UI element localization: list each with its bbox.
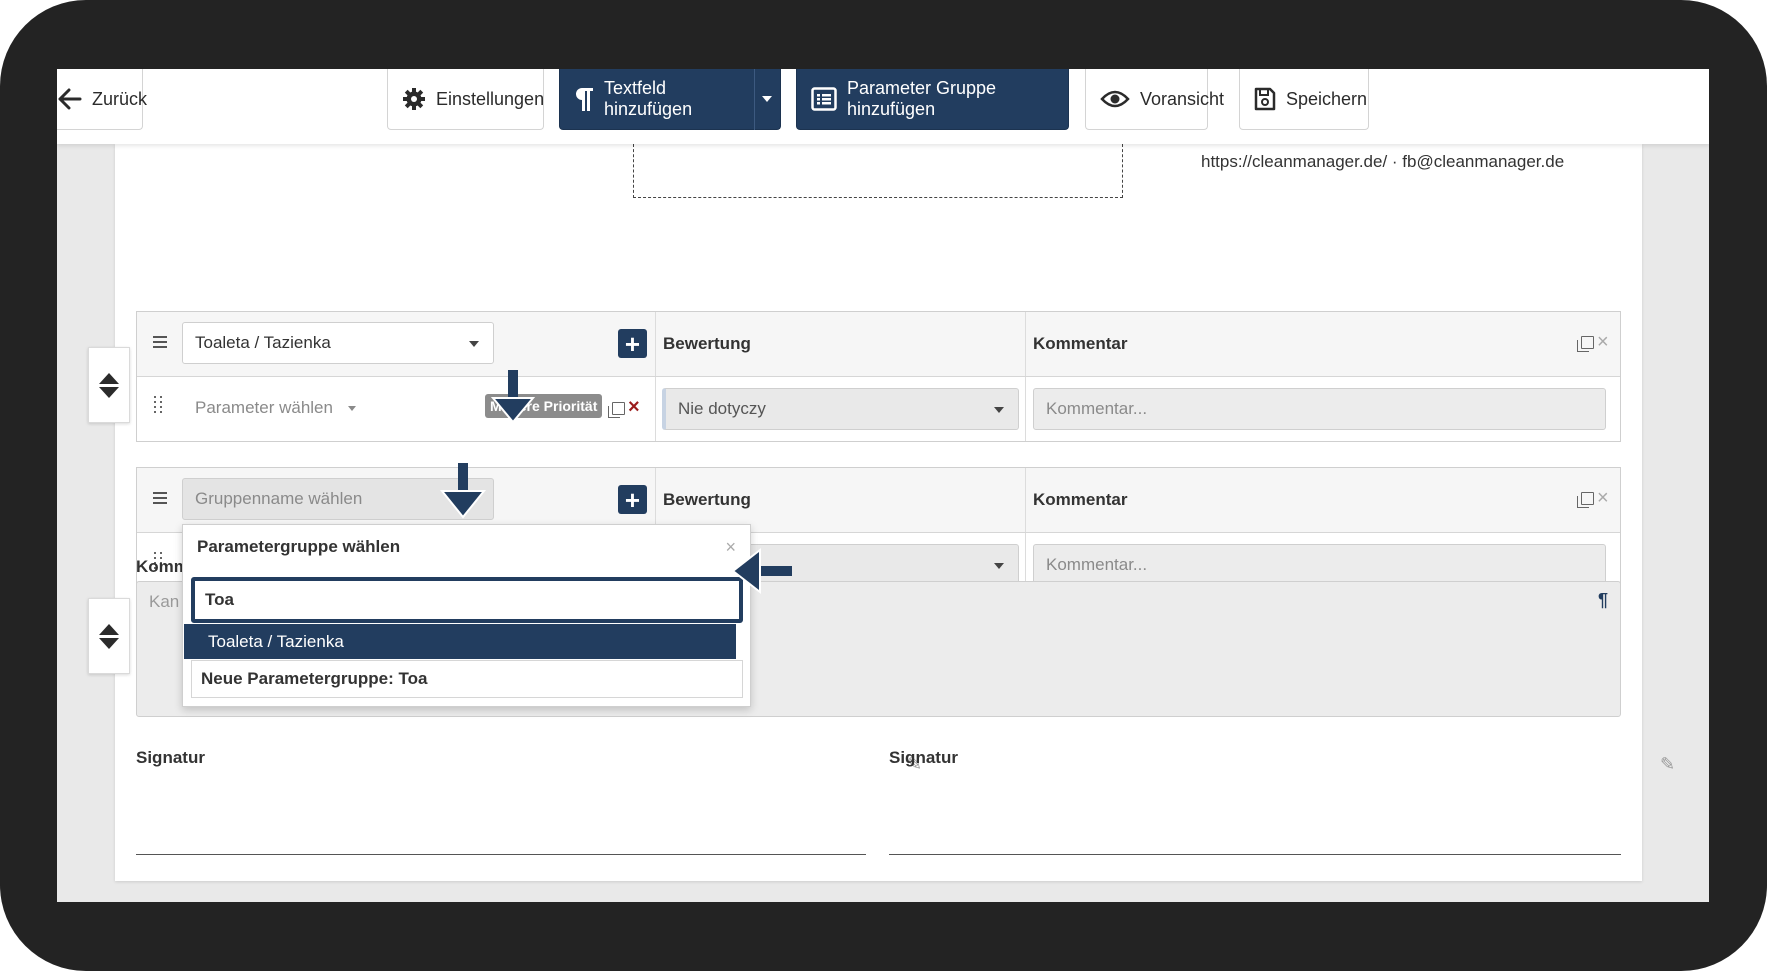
chevron-down-icon <box>994 563 1004 569</box>
floppy-disk-icon <box>1254 87 1276 111</box>
chevron-down-icon <box>762 96 773 102</box>
parameter-group-1: Toaleta / Tazienka + Bewertung Kommentar… <box>136 311 1621 442</box>
plus-icon: + <box>624 328 641 359</box>
divider <box>1025 312 1026 376</box>
annotation-arrow-left-icon <box>731 547 792 595</box>
preview-button[interactable]: Voransicht <box>1085 69 1224 130</box>
dropdown-option[interactable]: Toaleta / Tazienka <box>184 624 736 659</box>
device-frame: Zurück Einstellungen Textfeld hinzufügen… <box>0 0 1767 971</box>
chevron-down-icon <box>994 407 1004 413</box>
parameter-select[interactable]: Parameter wählen <box>195 398 356 418</box>
rating-select[interactable]: Nie dotyczy <box>662 388 1019 430</box>
reorder-handle-2[interactable] <box>88 598 130 674</box>
add-textfield-label: Textfeld hinzufügen <box>604 78 693 119</box>
add-parameter-button[interactable]: + <box>618 485 647 514</box>
dropdown-option-new[interactable]: Neue Parametergruppe: Toa <box>191 660 743 698</box>
eye-icon <box>1100 90 1130 108</box>
save-button-label: Speichern <box>1286 88 1368 109</box>
divider <box>1025 377 1026 441</box>
drag-handle-icon[interactable] <box>154 396 156 416</box>
close-icon[interactable]: × <box>1597 332 1609 352</box>
divider <box>655 377 656 441</box>
add-paramgroup-button[interactable]: Parameter Gruppe hinzufügen <box>796 69 1069 130</box>
sort-up-icon <box>99 623 119 635</box>
save-button[interactable]: Speichern <box>1239 69 1369 130</box>
settings-button-label: Einstellungen <box>436 88 545 109</box>
sort-up-icon <box>99 372 119 384</box>
comment-input[interactable]: Kommentar... <box>1033 544 1606 586</box>
pilcrow-icon[interactable]: ¶ <box>1598 590 1608 611</box>
copy-icon[interactable] <box>1577 336 1594 352</box>
settings-button[interactable]: Einstellungen <box>387 69 544 130</box>
remove-icon[interactable]: × <box>628 397 640 417</box>
comment-section-label: Komm <box>136 557 189 576</box>
pencil-icon[interactable]: ✎ <box>1660 754 1675 775</box>
parameter-placeholder: Parameter wählen <box>195 398 333 417</box>
group-name-select[interactable]: Toaleta / Tazienka <box>182 322 494 364</box>
back-button[interactable]: Zurück <box>57 69 147 130</box>
sort-down-icon <box>99 637 119 649</box>
app-screen: Zurück Einstellungen Textfeld hinzufügen… <box>57 69 1709 902</box>
signature-line-right[interactable] <box>889 854 1621 855</box>
annotation-arrow-down-icon <box>439 463 487 519</box>
divider <box>1025 468 1026 532</box>
chevron-down-icon <box>469 341 479 347</box>
arrow-left-icon <box>58 88 82 110</box>
back-button-label: Zurück <box>92 88 148 109</box>
dropdown-search-input[interactable]: Toa <box>191 577 743 623</box>
copy-icon[interactable] <box>1577 492 1594 508</box>
preview-button-label: Voransicht <box>1140 88 1225 109</box>
annotation-arrow-down-icon <box>490 370 536 424</box>
dropdown-title: Parametergruppe wählen <box>197 537 401 556</box>
menu-icon[interactable] <box>153 492 167 507</box>
group-name-value: Toaleta / Tazienka <box>195 333 331 352</box>
add-paramgroup-label: Parameter Gruppe hinzufügen <box>847 78 997 119</box>
gear-icon <box>403 88 425 110</box>
chevron-down-icon <box>347 406 356 412</box>
add-parameter-button[interactable]: + <box>618 329 647 358</box>
contact-info: https://cleanmanager.de/ · fb@cleanmanag… <box>1201 152 1565 171</box>
signature-label-right: Signatur <box>889 748 958 767</box>
comment-input[interactable]: Kommentar... <box>1033 388 1606 430</box>
plus-icon: + <box>624 484 641 515</box>
rating-value: Nie dotyczy <box>678 399 766 418</box>
logo-placeholder[interactable] <box>633 144 1123 198</box>
signature-line-left[interactable] <box>136 854 866 855</box>
divider <box>655 312 656 376</box>
reorder-handle-1[interactable] <box>88 347 130 423</box>
report-page: https://cleanmanager.de/ · fb@cleanmanag… <box>115 144 1675 881</box>
add-textfield-dropdown-toggle[interactable] <box>753 69 780 130</box>
parameter-row: Parameter wählen Mittlere Priorität × Ni… <box>137 377 1620 441</box>
menu-icon[interactable] <box>153 336 167 351</box>
list-icon <box>811 87 837 111</box>
copy-icon[interactable] <box>608 402 625 418</box>
signature-label-left: Signatur <box>136 748 205 767</box>
column-rating: Bewertung <box>663 334 751 353</box>
comment-placeholder: Kan <box>149 592 180 611</box>
toolbar: Zurück Einstellungen Textfeld hinzufügen… <box>57 69 1709 144</box>
group-name-placeholder: Gruppenname wählen <box>195 489 363 508</box>
parametergroup-dropdown: Parametergruppe wählen × Toa Toaleta / T… <box>182 524 751 707</box>
column-comment: Kommentar <box>1033 334 1128 353</box>
divider <box>655 468 656 532</box>
add-textfield-button[interactable]: Textfeld hinzufügen <box>559 69 781 130</box>
column-comment: Kommentar <box>1033 490 1128 509</box>
group-header-row: Toaleta / Tazienka + Bewertung Kommentar… <box>137 312 1620 377</box>
pilcrow-icon <box>576 88 593 111</box>
close-icon[interactable]: × <box>1597 488 1609 508</box>
sort-down-icon <box>99 386 119 398</box>
column-rating: Bewertung <box>663 490 751 509</box>
